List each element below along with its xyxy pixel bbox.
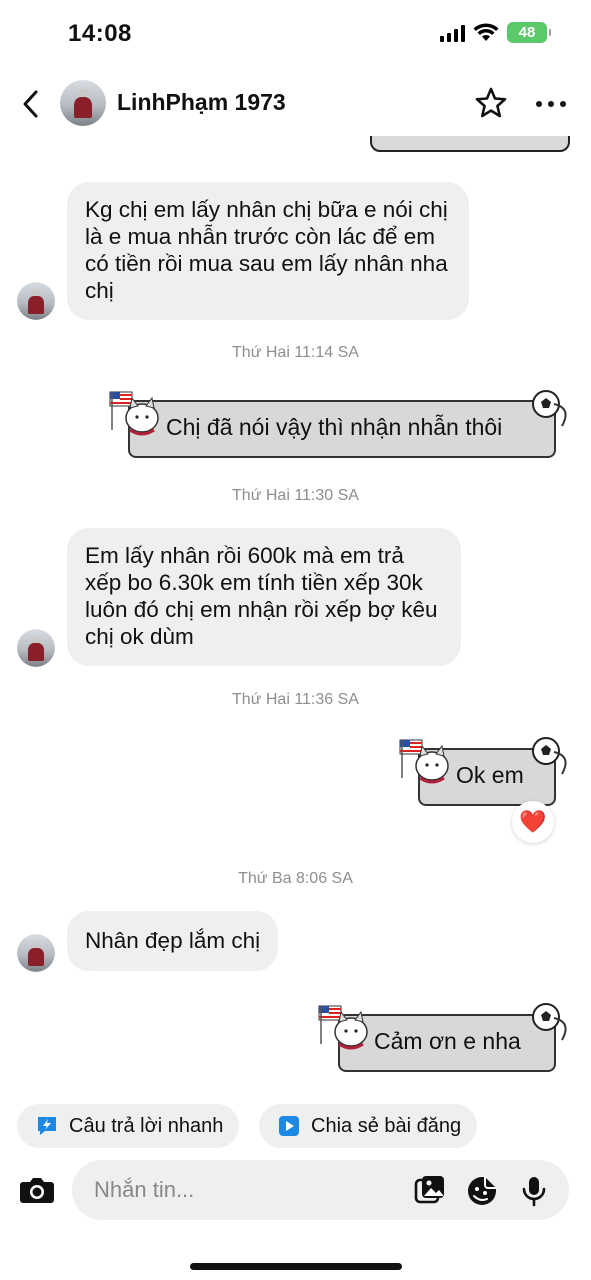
sender-avatar[interactable]: [17, 629, 55, 667]
outgoing-message-text: Cảm ơn e nha: [374, 1028, 521, 1054]
more-dots-icon[interactable]: [534, 92, 568, 116]
heart-reaction-icon[interactable]: ❤️: [512, 801, 554, 843]
sticker-tail-icon: [553, 403, 567, 427]
share-post-icon: [279, 1116, 299, 1136]
sticker-icon[interactable]: [465, 1174, 499, 1208]
outgoing-sticker-message[interactable]: Chị đã nói vậy thì nhận nhẫn thôi: [128, 400, 556, 458]
quick-reply-label: Câu trả lời nhanh: [69, 1114, 224, 1137]
incoming-message[interactable]: Em lấy nhân rồi 600k mà em trả xếp bo 6.…: [67, 528, 461, 666]
status-bar: 14:08 48: [0, 0, 591, 70]
microphone-icon[interactable]: [517, 1174, 551, 1208]
dog-flag-sticker-icon: [399, 739, 449, 784]
sender-avatar[interactable]: [17, 934, 55, 972]
outgoing-message-text: Ok em: [456, 762, 524, 788]
previous-sticker-bubble-fragment: [370, 136, 570, 152]
message-timestamp: Thứ Ba 8:06 SA: [238, 870, 353, 887]
back-chevron-icon[interactable]: [16, 86, 48, 122]
star-icon[interactable]: [474, 86, 508, 120]
message-timestamp: Thứ Hai 11:14 SA: [232, 344, 359, 361]
message-timestamp: Thứ Hai 11:36 SA: [232, 691, 359, 708]
camera-icon[interactable]: [17, 1170, 57, 1210]
outgoing-message-text: Chị đã nói vậy thì nhận nhẫn thôi: [166, 414, 503, 440]
sticker-tail-icon: [553, 1017, 567, 1041]
status-icons: 48: [440, 22, 551, 43]
dog-flag-sticker-icon: [109, 391, 159, 436]
dog-flag-sticker-icon: [318, 1005, 368, 1050]
gallery-icon[interactable]: [413, 1174, 447, 1208]
chat-header: LinhPhạm 1973: [0, 72, 591, 136]
quick-reply-icon: [38, 1117, 56, 1135]
contact-name[interactable]: LinhPhạm 1973: [117, 89, 286, 116]
sender-avatar[interactable]: [17, 282, 55, 320]
sticker-tail-icon: [553, 751, 567, 775]
home-indicator[interactable]: [190, 1263, 402, 1270]
message-timestamp: Thứ Hai 11:30 SA: [232, 487, 359, 504]
share-post-label: Chia sẻ bài đăng: [311, 1114, 462, 1137]
quick-reply-chip[interactable]: Câu trả lời nhanh: [17, 1104, 240, 1148]
cellular-signal-icon: [440, 24, 465, 42]
contact-avatar[interactable]: [60, 80, 106, 126]
status-time: 14:08: [68, 20, 132, 47]
message-list[interactable]: Kg chị em lấy nhân chị bữa e nói chị là …: [0, 136, 591, 1096]
incoming-message[interactable]: Kg chị em lấy nhân chị bữa e nói chị là …: [67, 182, 469, 320]
message-composer: [17, 1160, 569, 1220]
wifi-icon: [473, 22, 499, 41]
incoming-message[interactable]: Nhân đẹp lắm chị: [67, 911, 279, 971]
message-input[interactable]: [94, 1174, 394, 1206]
share-post-chip[interactable]: Chia sẻ bài đăng: [259, 1104, 478, 1148]
battery-indicator: 48: [507, 22, 551, 43]
message-input-container[interactable]: [72, 1160, 569, 1220]
